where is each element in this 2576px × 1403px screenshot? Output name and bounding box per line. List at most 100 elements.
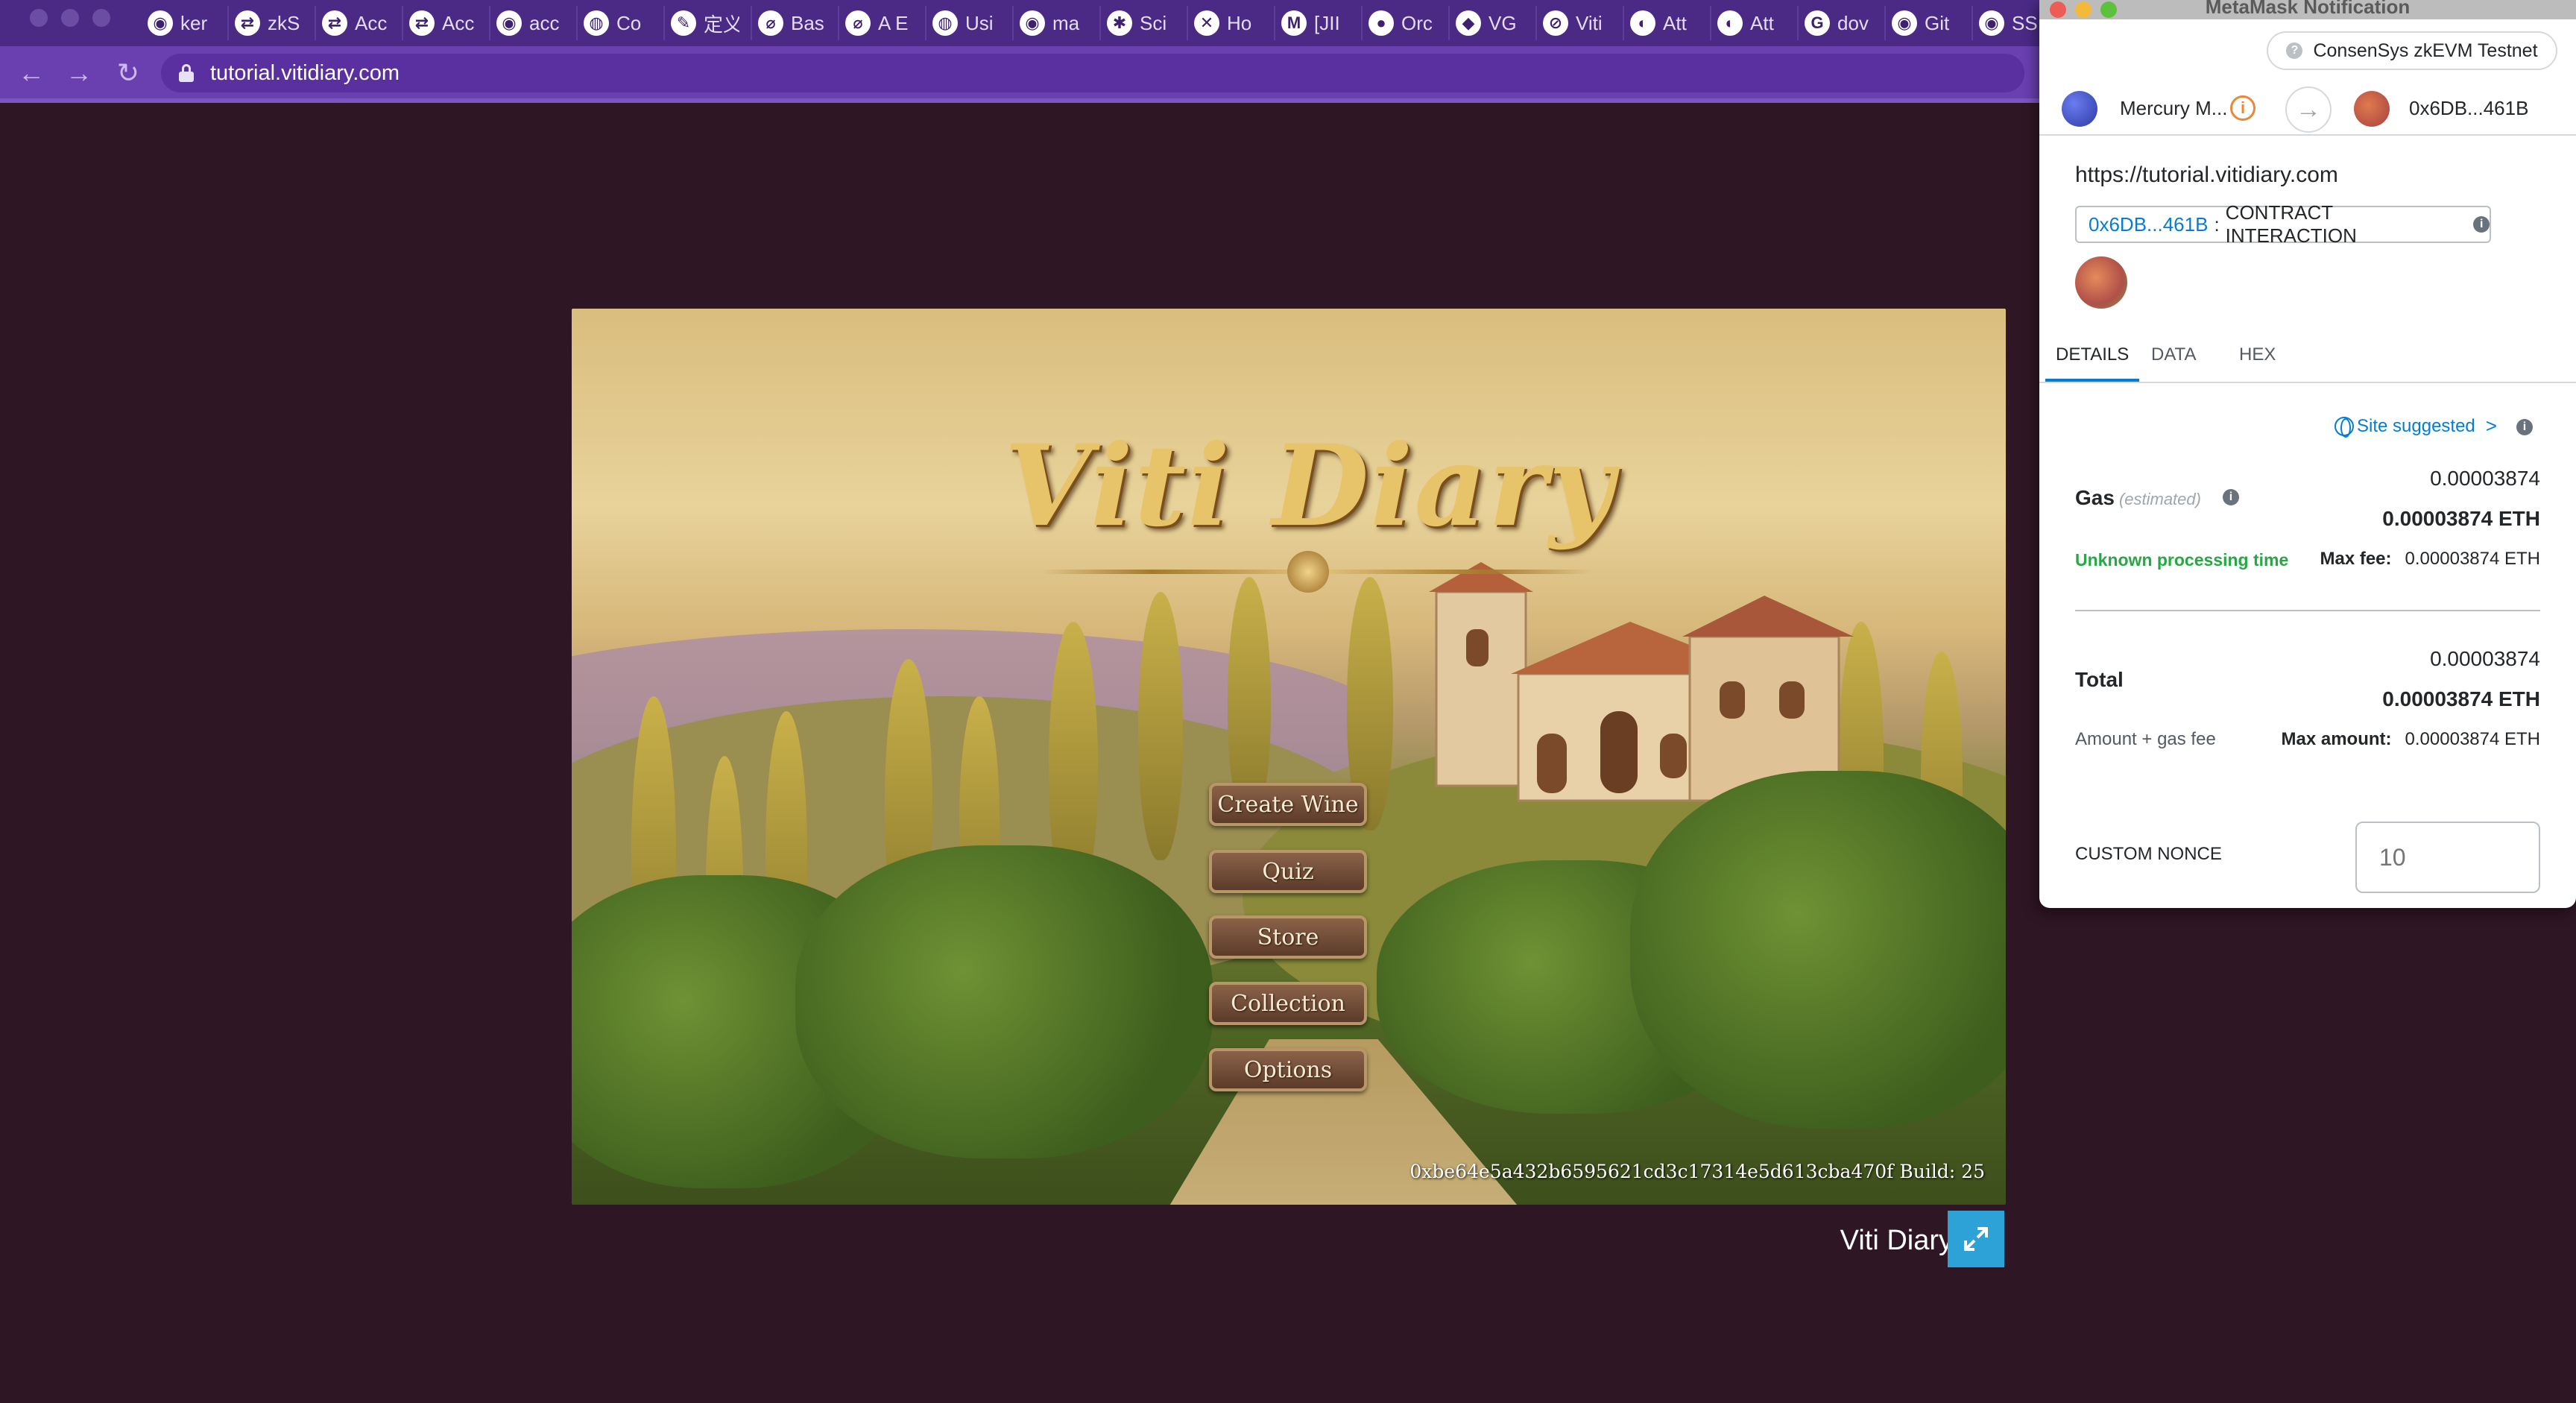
browser-tab-label: dov: [1837, 11, 1869, 34]
zksync-icon: ⇄: [409, 10, 435, 36]
build-info: 0xbe64e5a432b6595621cd3c17314e5d613cba47…: [1409, 1161, 1985, 1182]
forward-button[interactable]: →: [63, 57, 95, 89]
grapevine: [795, 845, 1213, 1158]
browser-tab-label: Att: [1663, 11, 1687, 34]
browser-tab[interactable]: ◉ ma: [1014, 6, 1101, 40]
contract-avatar: [2075, 256, 2127, 309]
browser-tab-label: Co: [616, 11, 642, 34]
browser-tab-label: VG: [1489, 11, 1517, 34]
zksync-icon: ⇄: [322, 10, 347, 36]
browser-tab-label: acc: [529, 11, 560, 34]
link-icon: ⌀: [758, 10, 783, 36]
window-zoom-dot[interactable]: [92, 9, 110, 27]
metamask-popup: MetaMask Notification ? ConsenSys zkEVM …: [2039, 0, 2576, 908]
app-icon: ⊘: [1543, 10, 1568, 36]
globe-icon: ◍: [584, 10, 609, 36]
site-suggested-link[interactable]: Site suggested >: [2334, 414, 2497, 438]
browser-tab-label: Viti: [1576, 11, 1603, 34]
browser-tab[interactable]: ◆ VG: [1450, 6, 1537, 40]
browser-tab[interactable]: ⇄ Acc: [403, 6, 490, 40]
method-separator: :: [2214, 212, 2220, 236]
network-selector[interactable]: ? ConsenSys zkEVM Testnet: [2267, 31, 2557, 70]
cypress-tree: [1138, 592, 1183, 860]
url-field[interactable]: tutorial.vitidiary.com: [161, 54, 2024, 92]
max-fee-label: Max fee:: [2320, 549, 2392, 569]
custom-nonce-label: CUSTOM NONCE: [2075, 844, 2222, 864]
fullscreen-button[interactable]: [1948, 1211, 2004, 1267]
browser-tab[interactable]: ◐ Att: [1624, 6, 1711, 40]
browser-tab[interactable]: ⊘ Viti: [1537, 6, 1624, 40]
browser-tab[interactable]: M [JII: [1275, 6, 1363, 40]
max-amount: Max amount: 0.00003874 ETH: [2282, 729, 2540, 750]
reload-button[interactable]: ↻: [112, 57, 145, 89]
network-name: ConsenSys zkEVM Testnet: [2313, 40, 2538, 61]
browser-tab-label: Bas: [791, 11, 824, 34]
collection-button[interactable]: Collection: [1209, 982, 1367, 1025]
zksync-icon: ⇄: [235, 10, 260, 36]
warning-info-icon[interactable]: i: [2230, 95, 2255, 121]
create-wine-button[interactable]: Create Wine: [1209, 783, 1367, 826]
doc-icon: ✎: [671, 10, 696, 36]
tab-data[interactable]: DATA: [2151, 344, 2196, 382]
browser-tab[interactable]: ◍ Co: [578, 6, 665, 40]
max-fee-value: 0.00003874 ETH: [2405, 549, 2540, 569]
chevron-right-icon: >: [2485, 414, 2497, 437]
total-value: 0.00003874: [2430, 647, 2540, 670]
browser-tab[interactable]: ● Orc: [1363, 6, 1450, 40]
expand-icon: [1964, 1227, 1988, 1251]
back-button[interactable]: ←: [15, 57, 48, 89]
github-icon: ◉: [1892, 10, 1917, 36]
info-icon[interactable]: i: [2516, 419, 2533, 435]
browser-tab[interactable]: ⇄ zkS: [229, 6, 316, 40]
palm-icon: ✱: [1107, 10, 1132, 36]
max-fee: Max fee: 0.00003874 ETH: [2320, 549, 2540, 570]
browser-tab[interactable]: ◐ Att: [1711, 6, 1799, 40]
browser-tab-label: Acc: [442, 11, 475, 34]
browser-tab[interactable]: ⇄ Acc: [316, 6, 403, 40]
custom-nonce-input[interactable]: [2355, 822, 2540, 893]
browser-tab-label: Git: [1925, 11, 1950, 34]
browser-tab[interactable]: ◉ ker: [142, 6, 229, 40]
browser-tab[interactable]: ◉ Git: [1886, 6, 1973, 40]
browser-tab[interactable]: ✱ Sci: [1101, 6, 1188, 40]
google-icon: G: [1805, 10, 1830, 36]
game-footer-title: Viti Diary: [1840, 1225, 1953, 1256]
tab-details[interactable]: DETAILS: [2045, 344, 2140, 382]
quiz-button[interactable]: Quiz: [1209, 850, 1367, 893]
browser-tab[interactable]: ◉ acc: [490, 6, 578, 40]
github-icon: ◉: [1020, 10, 1045, 36]
url-text: tutorial.vitidiary.com: [210, 60, 400, 85]
browser-tab[interactable]: ⌀ Bas: [752, 6, 839, 40]
grape-emblem-icon: [1287, 551, 1329, 593]
info-icon[interactable]: i: [2473, 216, 2490, 233]
gas-estimated-label: (estimated): [2118, 490, 2201, 508]
method-name: CONTRACT INTERACTION: [2225, 201, 2357, 247]
game-canvas[interactable]: Viti Diary Create Wine Quiz Store Collec…: [572, 309, 2006, 1205]
total-label: Total: [2075, 668, 2124, 691]
grapevine: [1630, 771, 2006, 1129]
browser-tab[interactable]: ✎ 定义: [665, 6, 752, 40]
total-value-eth: 0.00003874 ETH: [2382, 687, 2540, 710]
browser-tab[interactable]: ✕ Ho: [1188, 6, 1275, 40]
browser-tab[interactable]: ⌀ A E: [839, 6, 926, 40]
window-minimize-dot[interactable]: [61, 9, 79, 27]
to-account-avatar: [2354, 91, 2390, 127]
tab-strip: ◉ ker ⇄ zkS ⇄ Acc ⇄ Acc ◉ acc ◍ Co ✎ 定义 ⌀ Bas ⌀ A E ◍ Usi ◉ m…: [142, 6, 2060, 40]
browser-tab-label: ker: [180, 11, 208, 34]
method-badge: 0x6DB...461B : CONTRACT INTERACTION i: [2075, 201, 2491, 247]
gmail-icon: M: [1281, 10, 1307, 36]
browser-tab[interactable]: Gdov: [1799, 6, 1886, 40]
info-icon[interactable]: i: [2223, 489, 2239, 505]
contract-address-link[interactable]: 0x6DB...461B: [2089, 213, 2208, 236]
to-account-name[interactable]: 0x6DB...461B: [2409, 97, 2528, 120]
window-close-dot[interactable]: [30, 9, 48, 27]
options-button[interactable]: Options: [1209, 1048, 1367, 1091]
processing-time[interactable]: Unknown processing time: [2075, 550, 2288, 570]
store-button[interactable]: Store: [1209, 915, 1367, 959]
github-icon: ◉: [496, 10, 522, 36]
browser-tab[interactable]: ◍ Usi: [926, 6, 1014, 40]
amount-gas-note: Amount + gas fee: [2075, 729, 2216, 749]
gas-label: Gas (estimated): [2075, 486, 2201, 510]
from-account-name[interactable]: Mercury M...: [2120, 97, 2227, 120]
tab-hex[interactable]: HEX: [2239, 344, 2276, 382]
